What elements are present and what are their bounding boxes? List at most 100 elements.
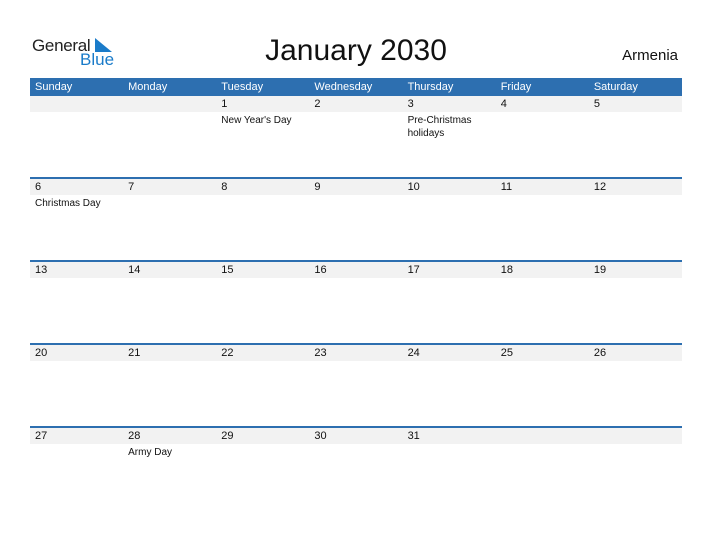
day-number: 10 <box>402 179 496 195</box>
day-number: 4 <box>495 96 589 112</box>
day-cell: 11 <box>495 179 589 260</box>
holiday-label <box>123 195 216 197</box>
holiday-label <box>30 278 123 280</box>
holiday-label <box>496 112 589 114</box>
day-number: 24 <box>402 345 496 361</box>
day-cell: 7 <box>123 179 217 260</box>
day-number: 18 <box>495 262 589 278</box>
day-number: 17 <box>402 262 496 278</box>
holiday-label <box>589 112 682 114</box>
day-cell: 27 <box>30 428 124 509</box>
calendar-week: 13 14 15 16 17 18 19 <box>30 260 682 343</box>
day-number: 15 <box>216 262 310 278</box>
day-number: 16 <box>309 262 403 278</box>
day-number: 7 <box>123 179 217 195</box>
day-cell: 24 <box>402 345 496 426</box>
holiday-label <box>496 444 589 446</box>
weekday-label: Sunday <box>35 81 73 93</box>
day-cell: 25 <box>495 345 589 426</box>
day-number: 31 <box>402 428 496 444</box>
holiday-label <box>589 361 682 363</box>
day-number: 25 <box>495 345 589 361</box>
day-cell: 12 <box>588 179 682 260</box>
day-number: 19 <box>588 262 682 278</box>
day-cell: 22 <box>216 345 310 426</box>
weekday-label: Friday <box>500 81 532 93</box>
day-cell: 14 <box>123 262 217 343</box>
day-cell: 28 Army Day <box>123 428 217 509</box>
weekday-label: Tuesday <box>221 81 264 93</box>
holiday-label: Pre-Christmas holidays <box>407 115 472 139</box>
day-number: 2 <box>309 96 403 112</box>
holiday-label <box>403 444 496 446</box>
day-cell: 4 <box>495 96 589 177</box>
day-number: 21 <box>123 345 217 361</box>
day-number: 5 <box>588 96 682 112</box>
day-cell: 13 <box>30 262 124 343</box>
holiday-label <box>309 112 402 114</box>
day-cell: 1 New Year's Day <box>216 96 310 177</box>
day-number: 23 <box>309 345 403 361</box>
calendar-title: January 2030 <box>265 34 447 67</box>
day-number: 22 <box>216 345 310 361</box>
holiday-label: Christmas Day <box>35 198 101 209</box>
day-cell: 30 <box>309 428 403 509</box>
day-cell: 31 <box>402 428 496 509</box>
calendar-week: 1 New Year's Day 2 3 Pre-Christmas holidays 4… <box>30 96 682 177</box>
holiday-label <box>123 361 216 363</box>
holiday-label <box>589 195 682 197</box>
holiday-label <box>30 444 123 446</box>
day-cell: 23 <box>309 345 403 426</box>
holiday-label <box>123 278 216 280</box>
day-cell <box>495 428 589 509</box>
day-cell: 21 <box>123 345 217 426</box>
day-number <box>588 428 682 444</box>
holiday-label <box>30 361 123 363</box>
weeks-container: 1 New Year's Day 2 3 Pre-Christmas holidays 4… <box>30 96 682 509</box>
calendar-grid: Sunday Monday Tuesday Wednesday Thursday… <box>30 78 682 509</box>
country-label: Armenia <box>622 47 678 64</box>
day-cell: 10 <box>402 179 496 260</box>
holiday-label <box>216 444 309 446</box>
day-number: 9 <box>309 179 403 195</box>
day-cell: 26 <box>588 345 682 426</box>
day-cell: 29 <box>216 428 310 509</box>
day-number: 11 <box>495 179 589 195</box>
day-cell: 17 <box>402 262 496 343</box>
holiday-label <box>309 195 402 197</box>
day-cell: 3 Pre-Christmas holidays <box>402 96 496 177</box>
day-cell: 8 <box>216 179 310 260</box>
day-cell <box>30 96 124 177</box>
day-number <box>123 96 217 112</box>
day-cell: 6 Christmas Day <box>30 179 124 260</box>
holiday-label <box>496 278 589 280</box>
weekday-label: Thursday <box>407 81 454 93</box>
weekday-label: Wednesday <box>314 81 373 93</box>
day-cell: 5 <box>588 96 682 177</box>
holiday-label <box>123 112 216 114</box>
day-number: 29 <box>216 428 310 444</box>
holiday-label <box>216 195 309 197</box>
day-number: 30 <box>309 428 403 444</box>
day-number: 12 <box>588 179 682 195</box>
holiday-label <box>309 444 402 446</box>
holiday-label: Army Day <box>128 447 173 458</box>
day-cell: 20 <box>30 345 124 426</box>
holiday-label <box>216 278 309 280</box>
weekday-label: Monday <box>128 81 168 93</box>
day-cell: 19 <box>588 262 682 343</box>
day-cell: 15 <box>216 262 310 343</box>
day-cell: 9 <box>309 179 403 260</box>
day-number <box>495 428 589 444</box>
day-number: 14 <box>123 262 217 278</box>
holiday-label <box>403 278 496 280</box>
holiday-label <box>496 195 589 197</box>
holiday-label <box>403 361 496 363</box>
calendar-week: 20 21 22 23 24 25 26 <box>30 343 682 426</box>
day-cell: 16 <box>309 262 403 343</box>
holiday-label: New Year's Day <box>221 115 292 126</box>
day-number: 20 <box>30 345 124 361</box>
holiday-label <box>309 278 402 280</box>
day-number: 3 <box>402 96 496 112</box>
day-number: 8 <box>216 179 310 195</box>
